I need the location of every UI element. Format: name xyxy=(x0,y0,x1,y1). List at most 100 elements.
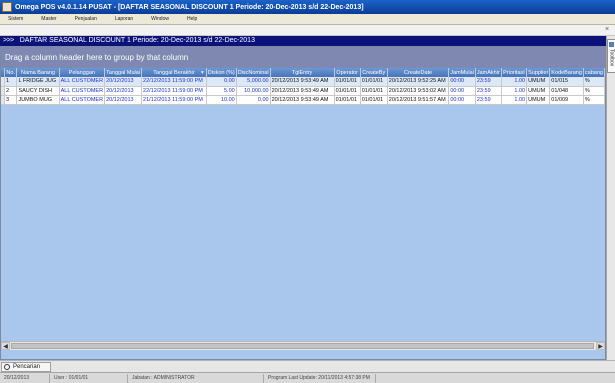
menu-bar: Sistem Master Penjualan Laporan Window H… xyxy=(0,14,615,25)
column-header-supplier[interactable]: Supplier xyxy=(526,68,551,77)
column-header-nama-barang[interactable]: Nama Barang xyxy=(16,68,60,77)
cell-pelanggan[interactable]: ALL CUSTOMER xyxy=(59,77,106,87)
column-header-prioritas[interactable]: PrioritasI xyxy=(501,68,528,77)
cell-no[interactable]: 3 xyxy=(4,95,18,105)
cell-jammulai[interactable]: 00:00 xyxy=(448,86,476,96)
menu-help[interactable]: Help xyxy=(187,16,197,22)
cell-prioritas[interactable]: 1.00 xyxy=(501,86,528,96)
cell-diskon[interactable]: 0.00 xyxy=(206,77,237,87)
cell-createdate[interactable]: 20/12/2013 9:51:57 AM xyxy=(387,95,450,105)
cell-tanggal-berakhir[interactable]: 22/12/2013 11:59:00 PM xyxy=(141,86,207,96)
column-header-jamakhir[interactable]: JamAkhir xyxy=(475,68,502,77)
column-header-discnominal[interactable]: DiscNominal xyxy=(236,68,271,77)
menu-window[interactable]: Window xyxy=(151,16,169,22)
toolbox-tab[interactable]: Toolbox xyxy=(607,39,615,73)
cell-no[interactable]: 1 xyxy=(4,77,18,87)
menu-laporan[interactable]: Laporan xyxy=(115,16,133,22)
cell-cabang[interactable]: % xyxy=(583,95,606,105)
cell-cabang[interactable]: % xyxy=(583,86,606,96)
filter-icon[interactable]: ▼ xyxy=(200,70,205,76)
app-icon xyxy=(2,2,12,12)
column-header-diskon[interactable]: Diskon (%) xyxy=(206,68,237,77)
cell-tanggal-mulai[interactable]: 20/12/2013 xyxy=(104,95,143,105)
cell-nama-barang[interactable]: L FRIDGE JUG xyxy=(16,77,60,87)
cell-tanggal-berakhir[interactable]: 21/12/2013 11:59:00 PM xyxy=(141,95,207,105)
cell-operator[interactable]: 01/01/01 xyxy=(334,86,361,96)
data-table: No. Nama Barang Pelanggan Tanggal Mulai … xyxy=(1,68,606,105)
cell-diskon[interactable]: 5.00 xyxy=(206,86,237,96)
column-header-tanggal-berakhir[interactable]: Tanggal Berakhir ▼ xyxy=(141,68,207,77)
cell-jamakhir[interactable]: 23:59 xyxy=(475,86,502,96)
cell-cabang[interactable]: % xyxy=(583,77,606,87)
header-arrows: >>> xyxy=(3,37,14,44)
cell-tglentry[interactable]: 20/12/2013 9:53:49 AM xyxy=(270,95,335,105)
cell-supplier[interactable]: UMUM xyxy=(526,77,551,87)
form-title: DAFTAR SEASONAL DISCOUNT 1 Periode: 20-D… xyxy=(19,37,255,44)
table-row[interactable]: 3 JUMBO MUG ALL CUSTOMER 20/12/2013 21/1… xyxy=(1,95,606,105)
menu-master[interactable]: Master xyxy=(41,16,56,22)
app-window: Omega POS v4.0.1.14 PUSAT - [DAFTAR SEAS… xyxy=(0,0,615,383)
scroll-right-icon[interactable]: ▶ xyxy=(596,342,605,350)
cell-kodebarang[interactable]: 01/009 xyxy=(549,95,584,105)
discount-grid: Drag a column header here to group by th… xyxy=(0,46,606,360)
horizontal-scrollbar[interactable]: ◀ ▶ xyxy=(1,341,605,350)
cell-createby[interactable]: 01/01/01 xyxy=(360,77,388,87)
scroll-left-icon[interactable]: ◀ xyxy=(1,342,10,350)
search-button[interactable]: Pencarian xyxy=(1,362,51,372)
cell-jamakhir[interactable]: 23:59 xyxy=(475,95,502,105)
cell-jammulai[interactable]: 00:00 xyxy=(448,95,476,105)
cell-supplier[interactable]: UMUM xyxy=(526,95,551,105)
scrollbar-thumb[interactable] xyxy=(11,343,594,349)
cell-jammulai[interactable]: 00:00 xyxy=(448,77,476,87)
column-header-pelanggan[interactable]: Pelanggan xyxy=(59,68,106,77)
cell-tanggal-berakhir[interactable]: 22/12/2013 11:59:00 PM xyxy=(141,77,207,87)
column-header-tglentry[interactable]: TglEntry xyxy=(270,68,335,77)
cell-pelanggan[interactable]: ALL CUSTOMER xyxy=(59,95,106,105)
cell-no[interactable]: 2 xyxy=(4,86,18,96)
cell-diskon[interactable]: 10.00 xyxy=(206,95,237,105)
cell-discnominal[interactable]: 0.00 xyxy=(236,95,271,105)
column-header-tanggal-mulai[interactable]: Tanggal Mulai xyxy=(104,68,143,77)
cell-nama-barang[interactable]: SAUCY DISH xyxy=(16,86,60,96)
column-header-no[interactable]: No. xyxy=(4,68,18,77)
title-bar[interactable]: Omega POS v4.0.1.14 PUSAT - [DAFTAR SEAS… xyxy=(0,0,615,14)
cell-tglentry[interactable]: 20/12/2013 9:53:49 AM xyxy=(270,86,335,96)
cell-jamakhir[interactable]: 23:59 xyxy=(475,77,502,87)
column-header-cabang[interactable]: cabang xyxy=(583,68,606,77)
table-row[interactable]: 2 SAUCY DISH ALL CUSTOMER 20/12/2013 22/… xyxy=(1,86,606,96)
group-by-panel[interactable]: Drag a column header here to group by th… xyxy=(1,47,605,68)
cell-kodebarang[interactable]: 01/015 xyxy=(549,77,584,87)
cell-nama-barang[interactable]: JUMBO MUG xyxy=(16,95,60,105)
menu-sistem[interactable]: Sistem xyxy=(8,16,23,22)
column-header-operator[interactable]: Operator xyxy=(334,68,361,77)
column-header-createdate[interactable]: CreateDate xyxy=(387,68,450,77)
column-header-createby[interactable]: CreateBy xyxy=(360,68,388,77)
cell-prioritas[interactable]: 1.00 xyxy=(501,95,528,105)
cell-tanggal-mulai[interactable]: 20/12/2013 xyxy=(104,77,143,87)
status-bar: 20/12/2013 User : 01/01/01 Jabatan : ADM… xyxy=(0,372,615,383)
column-header-jammulai[interactable]: JamMulai xyxy=(448,68,476,77)
column-header-kodebarang[interactable]: KodeBarang xyxy=(549,68,584,77)
cell-pelanggan[interactable]: ALL CUSTOMER xyxy=(59,86,106,96)
status-date: 20/12/2013 xyxy=(0,373,50,383)
table-row[interactable]: 1 L FRIDGE JUG ALL CUSTOMER 20/12/2013 2… xyxy=(1,77,606,87)
cell-createdate[interactable]: 20/12/2013 9:53:02 AM xyxy=(387,86,450,96)
close-icon[interactable]: × xyxy=(603,26,611,34)
menu-penjualan[interactable]: Penjualan xyxy=(75,16,97,22)
cell-createdate[interactable]: 20/12/2013 9:52:25 AM xyxy=(387,77,450,87)
cell-prioritas[interactable]: 1.00 xyxy=(501,77,528,87)
form-header: >>> DAFTAR SEASONAL DISCOUNT 1 Periode: … xyxy=(0,36,606,46)
status-last-update: Program Last Update: 20/11/2013 4:57:38 … xyxy=(264,373,376,383)
cell-tglentry[interactable]: 20/12/2013 9:53:49 AM xyxy=(270,77,335,87)
cell-operator[interactable]: 01/01/01 xyxy=(334,95,361,105)
cell-discnominal[interactable]: 10,000.00 xyxy=(236,86,271,96)
window-title: Omega POS v4.0.1.14 PUSAT - [DAFTAR SEAS… xyxy=(15,3,364,11)
cell-createby[interactable]: 01/01/01 xyxy=(360,86,388,96)
cell-createby[interactable]: 01/01/01 xyxy=(360,95,388,105)
cell-kodebarang[interactable]: 01/048 xyxy=(549,86,584,96)
side-toolbox-panel: Toolbox xyxy=(606,36,615,383)
cell-discnominal[interactable]: 5,000.00 xyxy=(236,77,271,87)
cell-supplier[interactable]: UMUM xyxy=(526,86,551,96)
cell-operator[interactable]: 01/01/01 xyxy=(334,77,361,87)
cell-tanggal-mulai[interactable]: 20/12/2013 xyxy=(104,86,143,96)
